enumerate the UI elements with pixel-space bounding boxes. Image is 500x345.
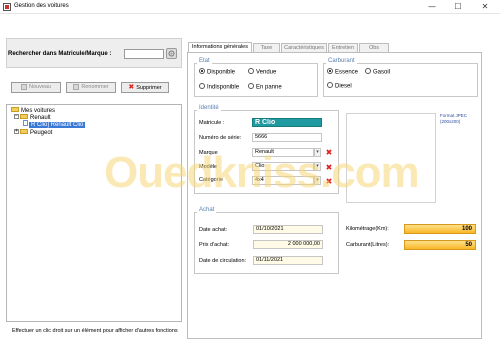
tab-obs[interactable]: Obs <box>359 43 389 52</box>
folder-icon <box>11 106 19 112</box>
radio-icon <box>365 68 371 74</box>
clear-marque-icon[interactable]: ✖ <box>325 149 333 157</box>
new-button-label: Nouveau <box>28 84 52 90</box>
radio-label: Indisponible <box>207 84 240 91</box>
tree-group-peugeot[interactable]: + Peugeot <box>14 128 53 137</box>
kilometrage-field[interactable]: 100 <box>404 224 476 234</box>
radio-vendue[interactable]: Vendue <box>248 68 277 76</box>
tab-informations[interactable]: Informations générales <box>188 42 252 52</box>
tree-item-clio[interactable]: R Clio] Renault Clio <box>23 120 86 129</box>
collapse-icon[interactable]: − <box>14 113 19 119</box>
categorie-label: Catégorie <box>199 177 223 183</box>
photo-format-note: Format JPEC (200x200) <box>440 113 468 124</box>
title-bar: Gestion des voitures — ☐ ✕ <box>0 0 500 14</box>
close-button[interactable]: ✕ <box>473 0 497 14</box>
new-icon <box>20 83 27 90</box>
vehicle-tree[interactable]: Mes voitures − Renault R Clio] Renault Cl… <box>6 104 182 322</box>
marque-select[interactable]: Renault <box>252 148 314 157</box>
tree-item-label: R Clio] Renault Clio <box>29 122 86 128</box>
carburant-litres-field[interactable]: 50 <box>404 240 476 250</box>
marque-label: Marque <box>199 150 218 156</box>
prix-achat-label: Prix d'achat: <box>199 242 230 248</box>
radio-indisponible[interactable]: Indisponible <box>199 83 240 91</box>
radio-icon <box>327 82 333 88</box>
tab-caracteristiques[interactable]: Caractéristiques <box>281 43 327 52</box>
achat-group-title: Achat <box>197 207 217 213</box>
delete-button[interactable]: ✖ Supprimer <box>121 82 169 93</box>
radio-icon <box>248 68 254 74</box>
serie-label: Numéro de série: <box>199 135 242 141</box>
clear-categorie-icon[interactable]: ✖ <box>325 178 333 186</box>
radio-label: Disponible <box>207 69 236 76</box>
date-achat-label: Date achat: <box>199 227 228 233</box>
tab-taxe[interactable]: Taxe <box>253 43 280 52</box>
expand-icon[interactable]: + <box>14 128 19 134</box>
categorie-select[interactable]: 4x4 <box>252 176 314 185</box>
radio-icon <box>327 68 333 74</box>
photo-box[interactable] <box>346 113 436 203</box>
carburant-litres-label: Carburant(Litres): <box>346 242 390 248</box>
new-button[interactable]: Nouveau <box>11 82 61 93</box>
folder-icon <box>20 128 28 134</box>
chevron-down-icon[interactable]: ▾ <box>314 162 321 171</box>
modele-label: Modèle <box>199 164 218 170</box>
delete-icon: ✖ <box>128 83 135 91</box>
radio-label: Essence <box>335 69 359 76</box>
radio-diesel[interactable]: Diesel <box>327 82 352 90</box>
maximize-button[interactable]: ☐ <box>446 0 470 14</box>
clear-modele-icon[interactable]: ✖ <box>325 164 333 172</box>
rename-button-label: Renommer <box>81 84 109 90</box>
tree-group-label: Peugeot <box>30 130 53 136</box>
delete-button-label: Supprimer <box>136 85 162 91</box>
status-text: Effectuer un clic droit sur un élément p… <box>12 328 178 334</box>
window-title: Gestion des voitures <box>14 3 69 9</box>
identite-group-title: Identité <box>197 105 221 111</box>
rename-icon <box>73 83 80 90</box>
tab-entretien[interactable]: Entretien <box>328 43 358 52</box>
search-label: Rechercher dans Matricule/Marque : <box>8 51 112 57</box>
matricule-field[interactable]: R Clio <box>252 118 322 127</box>
matricule-label: Matricule : <box>199 120 225 126</box>
radio-icon <box>199 83 205 89</box>
serie-field[interactable]: 5666 <box>252 133 322 142</box>
rename-button[interactable]: Renommer <box>66 82 116 93</box>
radio-disponible[interactable]: Disponible <box>199 68 236 76</box>
radio-label: Diesel <box>335 83 352 90</box>
radio-essence[interactable]: Essence <box>327 68 359 76</box>
chevron-down-icon[interactable]: ▾ <box>314 176 321 185</box>
date-circulation-field[interactable]: 01/11/2021 <box>253 256 323 265</box>
radio-icon <box>248 83 254 89</box>
search-input[interactable] <box>124 49 164 59</box>
radio-label: En panne <box>256 84 282 91</box>
minimize-button[interactable]: — <box>420 0 444 14</box>
prix-achat-field[interactable]: 2 000 000,00 <box>253 240 323 249</box>
date-achat-field[interactable]: 01/10/2021 <box>253 225 323 234</box>
search-button[interactable] <box>166 48 177 59</box>
kilometrage-label: Kilométrage(Km): <box>346 226 389 232</box>
date-circulation-label: Date de circulation: <box>199 258 247 264</box>
folder-icon <box>20 113 28 119</box>
app-icon <box>3 3 11 11</box>
radio-gasoil[interactable]: Gasoil <box>365 68 391 76</box>
modele-select[interactable]: Clio <box>252 162 314 171</box>
radio-en-panne[interactable]: En panne <box>248 83 282 91</box>
radio-icon <box>199 68 205 74</box>
etat-group-title: Etat <box>197 58 212 64</box>
document-icon <box>23 120 28 127</box>
radio-label: Gasoil <box>373 69 391 76</box>
radio-label: Vendue <box>256 69 277 76</box>
chevron-down-icon[interactable]: ▾ <box>314 148 321 157</box>
search-icon <box>168 50 175 57</box>
carburant-group-title: Carburant <box>326 58 357 64</box>
